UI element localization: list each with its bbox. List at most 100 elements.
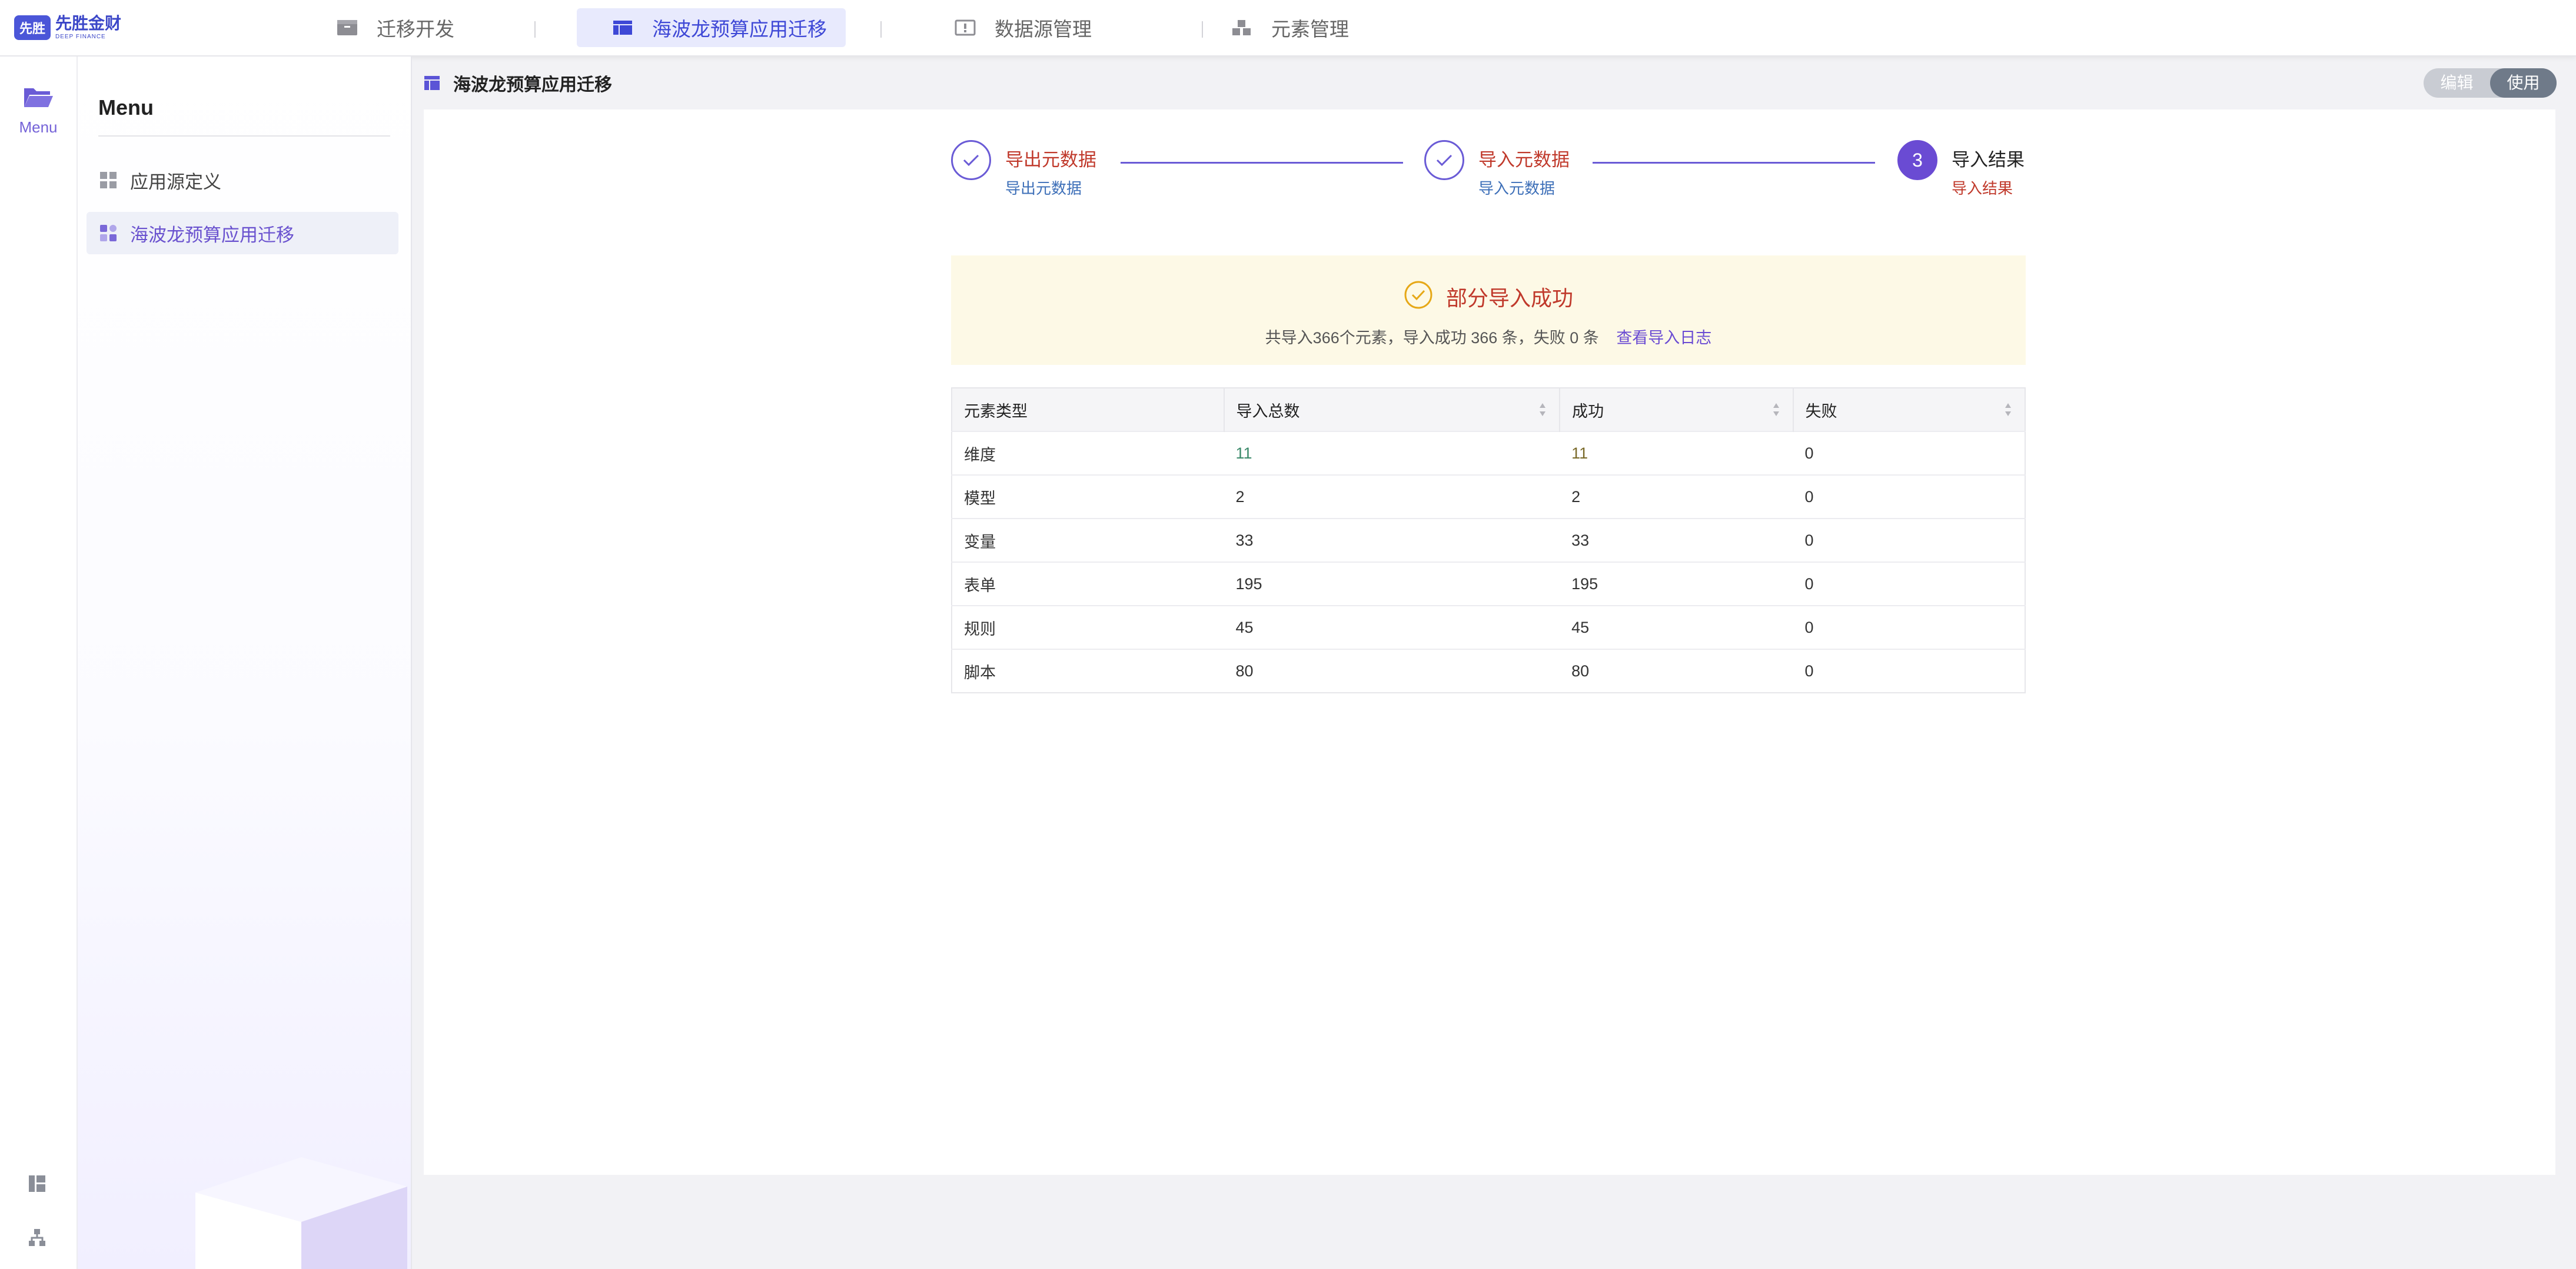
mode-toggle[interactable]: 编辑 使用 bbox=[2424, 68, 2557, 98]
col-header-element-type: 元素类型 bbox=[952, 388, 1225, 431]
window-icon bbox=[612, 19, 633, 36]
sort-icon[interactable] bbox=[1773, 403, 1780, 417]
side-menu-divider bbox=[98, 135, 390, 137]
sidebar-item-label: 海波龙预算应用迁移 bbox=[130, 224, 294, 245]
cell-total: 33 bbox=[1224, 518, 1560, 562]
col-header-label: 导入总数 bbox=[1236, 402, 1300, 420]
import-result-table: 元素类型 导入总数 成功 失败 维度 11 11 0 模型 2 2 0 变量 3… bbox=[951, 387, 2026, 693]
layout-icon[interactable] bbox=[27, 1174, 47, 1197]
side-menu: Menu 应用源定义 海波龙预算应用迁移 bbox=[78, 57, 412, 1269]
folder-icon bbox=[337, 19, 358, 36]
sidebar-item-app-source[interactable]: 应用源定义 bbox=[87, 159, 398, 201]
main-panel: 导出元数据 导出元数据 导入元数据 导入元数据 3 导入结果 导入结果 部分导入… bbox=[424, 109, 2555, 1175]
table-row: 维度 11 11 0 bbox=[952, 431, 2025, 475]
cell-element-type: 脚本 bbox=[952, 649, 1224, 693]
cell-total: 2 bbox=[1224, 474, 1560, 519]
step-check-icon bbox=[1424, 140, 1464, 180]
cell-failed: 0 bbox=[1793, 474, 2025, 519]
logo-text: 先胜金财 bbox=[55, 14, 122, 32]
table-row: 脚本 80 80 0 bbox=[952, 649, 2025, 693]
step-number: 3 bbox=[1897, 140, 1937, 180]
cell-failed: 0 bbox=[1793, 605, 2025, 649]
step-connector bbox=[1593, 162, 1875, 164]
cell-total: 195 bbox=[1224, 562, 1560, 606]
mode-edit-option[interactable]: 编辑 bbox=[2424, 68, 2490, 98]
tab-label: 数据源管理 bbox=[995, 18, 1092, 40]
cell-total: 80 bbox=[1224, 649, 1560, 693]
table-row: 表单 195 195 0 bbox=[952, 562, 2025, 606]
page-title-text: 海波龙预算应用迁移 bbox=[453, 75, 612, 95]
page-title: 海波龙预算应用迁移 bbox=[424, 68, 612, 98]
sort-icon[interactable] bbox=[1539, 403, 1546, 417]
step-description: 导出元数据 bbox=[1005, 180, 1082, 197]
tab-hyperion-migration[interactable]: 海波龙预算应用迁移 bbox=[577, 8, 846, 47]
nav-divider bbox=[1202, 21, 1203, 38]
tab-label: 海波龙预算应用迁移 bbox=[652, 18, 827, 40]
mode-use-option[interactable]: 使用 bbox=[2490, 68, 2557, 98]
step-check-icon bbox=[951, 140, 991, 180]
cell-success: 195 bbox=[1560, 562, 1793, 606]
window-icon bbox=[424, 75, 440, 91]
cell-element-type: 维度 bbox=[952, 431, 1224, 475]
tab-label: 元素管理 bbox=[1271, 18, 1349, 40]
side-menu-title: Menu bbox=[98, 95, 154, 119]
step-connector bbox=[1121, 162, 1403, 164]
sidebar-item-hyperion-migration[interactable]: 海波龙预算应用迁移 bbox=[87, 212, 398, 254]
success-check-icon bbox=[1404, 280, 1433, 313]
table-row: 变量 33 33 0 bbox=[952, 518, 2025, 562]
tab-element-management[interactable]: 元素管理 bbox=[1231, 8, 1349, 47]
step-title: 导入结果 bbox=[1952, 150, 2025, 170]
cell-failed: 0 bbox=[1793, 562, 2025, 606]
migrate-icon bbox=[99, 224, 117, 242]
folder-open-icon bbox=[22, 88, 54, 112]
cell-success: 45 bbox=[1560, 605, 1793, 649]
sort-icon[interactable] bbox=[2005, 403, 2012, 417]
top-navbar: 先胜 先胜金财 DEEP FINANCE 迁移开发 海波龙预算应用迁移 数据源管… bbox=[0, 0, 2576, 57]
view-import-log-link[interactable]: 查看导入日志 bbox=[1616, 329, 1711, 347]
table-header-row: 元素类型 导入总数 成功 失败 bbox=[952, 388, 2025, 431]
database-icon bbox=[955, 19, 976, 36]
cell-success: 33 bbox=[1560, 518, 1793, 562]
tab-datasource[interactable]: 数据源管理 bbox=[955, 8, 1092, 47]
result-banner: 部分导入成功 共导入366个元素，导入成功 366 条，失败 0 条 查看导入日… bbox=[951, 255, 2026, 365]
cell-element-type: 模型 bbox=[952, 474, 1224, 519]
cell-element-type: 表单 bbox=[952, 562, 1224, 606]
result-title: 部分导入成功 bbox=[1445, 285, 1573, 310]
cell-success: 11 bbox=[1560, 431, 1793, 475]
decorative-cube-illustration bbox=[195, 1157, 407, 1269]
table-row: 模型 2 2 0 bbox=[952, 474, 2025, 519]
icon-rail: Menu bbox=[0, 57, 78, 1269]
tab-label: 迁移开发 bbox=[377, 18, 454, 40]
cell-failed: 0 bbox=[1793, 431, 2025, 475]
grid-icon bbox=[99, 171, 117, 189]
col-header-label: 失败 bbox=[1805, 402, 1837, 420]
cell-success: 80 bbox=[1560, 649, 1793, 693]
col-header-label: 成功 bbox=[1572, 402, 1604, 420]
cell-total: 45 bbox=[1224, 605, 1560, 649]
col-header-success[interactable]: 成功 bbox=[1560, 388, 1794, 431]
table-row: 规则 45 45 0 bbox=[952, 605, 2025, 649]
col-header-total[interactable]: 导入总数 bbox=[1224, 388, 1561, 431]
org-tree-icon[interactable] bbox=[27, 1228, 47, 1251]
step-description: 导入元数据 bbox=[1478, 180, 1555, 197]
cell-success: 2 bbox=[1560, 474, 1793, 519]
sidebar-item-label: 应用源定义 bbox=[130, 171, 221, 192]
cell-element-type: 规则 bbox=[952, 605, 1224, 649]
step-title: 导入元数据 bbox=[1478, 150, 1570, 170]
cell-total: 11 bbox=[1224, 431, 1560, 475]
step-title: 导出元数据 bbox=[1005, 150, 1096, 170]
cell-failed: 0 bbox=[1793, 518, 2025, 562]
result-summary: 共导入366个元素，导入成功 366 条，失败 0 条 bbox=[1265, 329, 1599, 347]
nav-divider bbox=[534, 21, 536, 38]
step-description: 导入结果 bbox=[1952, 180, 2013, 197]
logo-subtext: DEEP FINANCE bbox=[55, 34, 106, 40]
rail-menu-label: Menu bbox=[19, 118, 58, 136]
app-logo[interactable]: 先胜 先胜金财 DEEP FINANCE bbox=[14, 14, 121, 41]
cell-element-type: 变量 bbox=[952, 518, 1224, 562]
cell-failed: 0 bbox=[1793, 649, 2025, 693]
rail-menu-button[interactable]: Menu bbox=[0, 85, 77, 137]
logo-mark: 先胜 bbox=[14, 15, 51, 40]
nav-divider bbox=[880, 21, 882, 38]
col-header-failed[interactable]: 失败 bbox=[1793, 388, 2025, 431]
tab-migration-dev[interactable]: 迁移开发 bbox=[337, 8, 454, 47]
